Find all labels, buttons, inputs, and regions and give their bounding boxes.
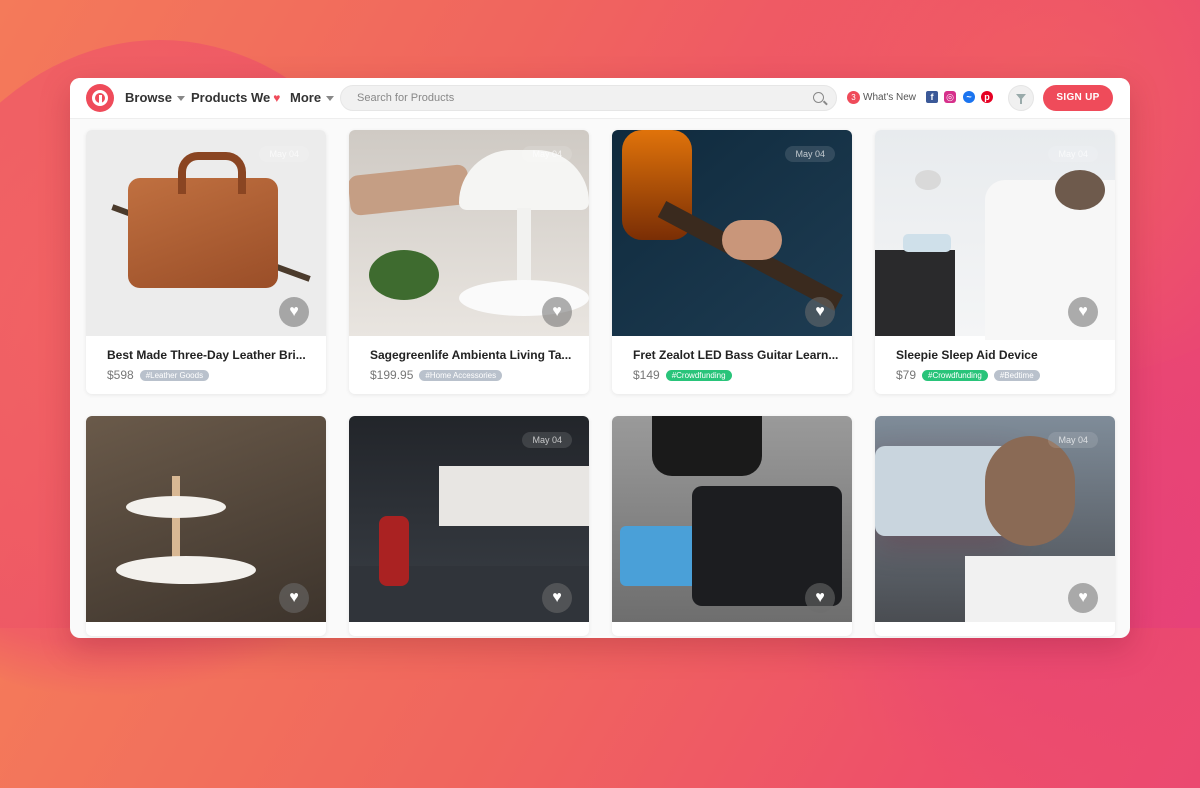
- date-badge: May 04: [522, 146, 572, 162]
- facebook-icon[interactable]: f: [926, 91, 938, 103]
- category-tag[interactable]: #Home Accessories: [419, 370, 503, 382]
- filter-icon: [1016, 94, 1026, 104]
- product-price: $79: [896, 368, 917, 382]
- date-badge: May 04: [522, 432, 572, 448]
- favorite-button[interactable]: ♥: [1068, 297, 1098, 327]
- logo-icon: [92, 90, 108, 106]
- whats-new-label: What's New: [863, 92, 917, 104]
- top-nav-bar: Browse Products We♥ More 3What's New f ◎…: [70, 78, 1130, 119]
- category-tag[interactable]: #Crowdfunding: [922, 370, 988, 382]
- product-price: $598: [107, 368, 134, 382]
- product-card[interactable]: May 04 ♥: [349, 416, 589, 636]
- product-meta: $598 #Leather Goods: [107, 368, 210, 382]
- product-title[interactable]: Best Made Three-Day Leather Bri...: [107, 348, 306, 362]
- category-tag[interactable]: #Crowdfunding: [665, 370, 732, 382]
- heart-icon: ♥: [552, 589, 562, 606]
- date-badge: May 04: [785, 146, 835, 162]
- category-tag[interactable]: #Bedtime: [993, 370, 1040, 382]
- instagram-icon[interactable]: ◎: [944, 91, 956, 103]
- heart-icon: ♥: [289, 303, 299, 320]
- product-meta: $149 #Crowdfunding: [633, 368, 732, 382]
- product-card[interactable]: May 04 ♥ Sleepie Sleep Aid Device $79 #Cr…: [875, 130, 1115, 394]
- product-meta: $79 #Crowdfunding #Bedtime: [896, 368, 1040, 382]
- date-badge: May 04: [1048, 146, 1098, 162]
- product-meta: $199.95 #Home Accessories: [370, 368, 503, 382]
- product-card[interactable]: May 04 ♥ Best Made Three-Day Leather Bri…: [86, 130, 326, 394]
- chevron-down-icon: [326, 96, 335, 102]
- chevron-down-icon: [176, 96, 185, 102]
- nav-more[interactable]: More: [290, 90, 335, 105]
- product-card[interactable]: ♥: [612, 416, 852, 636]
- category-tag[interactable]: #Leather Goods: [139, 370, 210, 382]
- product-title[interactable]: Sleepie Sleep Aid Device: [896, 348, 1038, 362]
- product-card[interactable]: ♥: [86, 416, 326, 636]
- product-price: $149: [633, 368, 660, 382]
- favorite-button[interactable]: ♥: [279, 583, 309, 613]
- heart-icon: ♥: [815, 589, 825, 606]
- heart-icon: ♥: [1078, 303, 1088, 320]
- sign-up-button[interactable]: SIGN UP: [1043, 85, 1113, 111]
- favorite-button[interactable]: ♥: [279, 297, 309, 327]
- logo[interactable]: [86, 84, 114, 112]
- nav-products-we-love[interactable]: Products We ♥: [191, 90, 280, 105]
- search-bar: [340, 85, 837, 111]
- product-title[interactable]: Fret Zealot LED Bass Guitar Learn...: [633, 348, 838, 362]
- app-window: Browse Products We♥ More 3What's New f ◎…: [70, 78, 1130, 638]
- heart-icon: ♥: [273, 91, 281, 105]
- favorite-button[interactable]: ♥: [542, 583, 572, 613]
- search-input[interactable]: [355, 91, 799, 105]
- heart-icon: ♥: [289, 589, 299, 606]
- favorite-button[interactable]: ♥: [542, 297, 572, 327]
- product-card[interactable]: May 04 ♥: [875, 416, 1115, 636]
- heart-icon: ♥: [815, 303, 825, 320]
- notification-badge: 3: [847, 91, 860, 104]
- heart-icon: ♥: [1078, 589, 1088, 606]
- messenger-icon[interactable]: ~: [963, 91, 975, 103]
- nav-products-we-label: Products We: [191, 90, 271, 105]
- nav-browse[interactable]: Browse: [125, 90, 185, 105]
- nav-more-label: More: [290, 90, 322, 105]
- product-card[interactable]: May 04 ♥ Sagegreenlife Ambienta Living T…: [349, 130, 589, 394]
- favorite-button[interactable]: ♥: [805, 583, 835, 613]
- favorite-button[interactable]: ♥: [805, 297, 835, 327]
- favorite-button[interactable]: ♥: [1068, 583, 1098, 613]
- filter-button[interactable]: [1008, 85, 1034, 111]
- pinterest-icon[interactable]: p: [981, 91, 993, 103]
- date-badge: May 04: [1048, 432, 1098, 448]
- product-card[interactable]: May 04 ♥ Fret Zealot LED Bass Guitar Lea…: [612, 130, 852, 394]
- whats-new-link[interactable]: 3 What's New: [847, 91, 916, 104]
- heart-icon: ♥: [552, 303, 562, 320]
- product-price: $199.95: [370, 368, 414, 382]
- nav-browse-label: Browse: [125, 90, 172, 105]
- product-title[interactable]: Sagegreenlife Ambienta Living Ta...: [370, 348, 571, 362]
- search-icon[interactable]: [813, 92, 824, 103]
- date-badge: May 04: [259, 146, 309, 162]
